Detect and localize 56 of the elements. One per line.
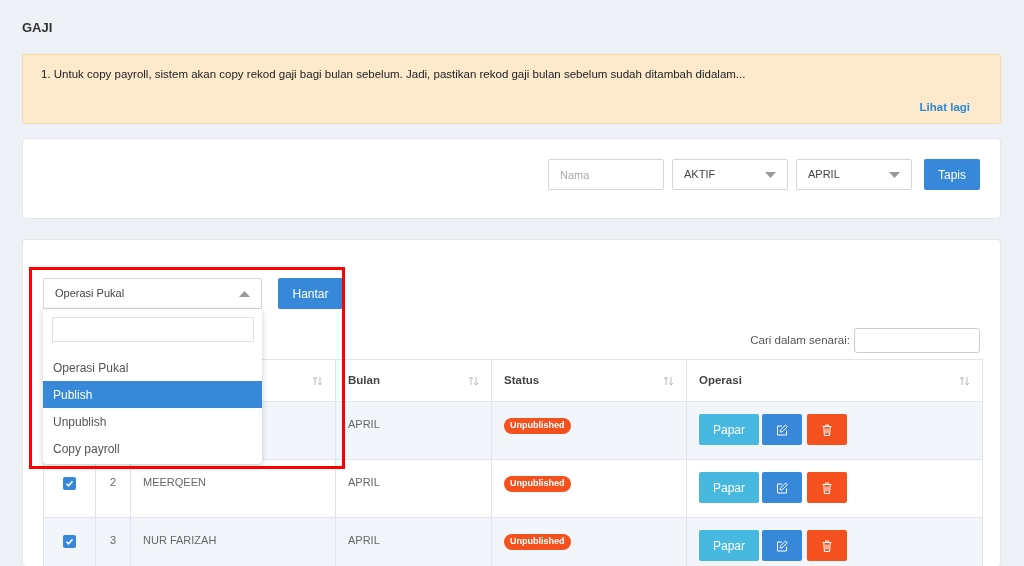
checkbox[interactable] bbox=[63, 476, 76, 490]
sort-icon bbox=[959, 375, 970, 386]
status-badge: Unpublished bbox=[504, 534, 571, 550]
checkbox[interactable] bbox=[63, 534, 76, 548]
month-cell: APRIL bbox=[348, 418, 380, 430]
view-button[interactable]: Papar bbox=[699, 414, 759, 445]
select-value: Operasi Pukal bbox=[55, 286, 125, 302]
name-field[interactable]: Nama bbox=[548, 159, 664, 190]
sort-icon bbox=[468, 375, 479, 386]
month-select[interactable]: APRIL bbox=[796, 159, 912, 190]
dropdown-option[interactable]: Copy payroll bbox=[43, 435, 262, 462]
sort-icon bbox=[663, 375, 674, 386]
caret-icon bbox=[765, 171, 776, 178]
edit-icon bbox=[776, 539, 788, 552]
edit-button[interactable] bbox=[762, 414, 802, 445]
name-cell: NUR FARIZAH bbox=[143, 534, 217, 546]
trash-icon bbox=[822, 423, 832, 436]
page-title: GAJI bbox=[22, 19, 54, 37]
search-label: Cari dalam senarai: bbox=[750, 332, 850, 348]
submit-button[interactable]: Hantar bbox=[278, 278, 343, 309]
sort-icon bbox=[312, 375, 323, 386]
dropdown-search-field[interactable] bbox=[52, 317, 254, 342]
search-field[interactable] bbox=[854, 328, 980, 353]
trash-icon bbox=[822, 539, 832, 552]
select-value: APRIL bbox=[808, 167, 840, 183]
status-badge: Unpublished bbox=[504, 476, 571, 492]
caret-icon bbox=[239, 290, 250, 297]
month-cell: APRIL bbox=[348, 476, 380, 488]
column-header: Bulan bbox=[348, 372, 380, 388]
view-button[interactable]: Papar bbox=[699, 530, 759, 561]
status-badge: Unpublished bbox=[504, 418, 571, 434]
column-header: Operasi bbox=[699, 372, 742, 388]
bulk-action-select[interactable]: Operasi Pukal bbox=[43, 278, 262, 309]
edit-icon bbox=[776, 481, 788, 494]
dropdown-option[interactable]: Publish bbox=[43, 381, 262, 408]
dropdown-option[interactable]: Operasi Pukal bbox=[43, 354, 262, 381]
select-value: AKTIF bbox=[684, 167, 716, 183]
notice-text: 1. Untuk copy payroll, sistem akan copy rekod gaji bagi bulan sebelum. Jadi, pastikan rekod gaji bulan sebelum sudah ditambah didalam... bbox=[41, 67, 747, 82]
edit-button[interactable] bbox=[762, 530, 802, 561]
row-number: 2 bbox=[109, 476, 117, 488]
dropdown-option[interactable]: Unpublish bbox=[43, 408, 262, 435]
caret-icon bbox=[889, 171, 900, 178]
more-link[interactable]: Lihat lagi bbox=[919, 99, 970, 117]
column-header: Status bbox=[504, 372, 540, 388]
row-number: 3 bbox=[109, 534, 117, 546]
delete-button[interactable] bbox=[807, 530, 847, 561]
delete-button[interactable] bbox=[807, 472, 847, 503]
edit-button[interactable] bbox=[762, 472, 802, 503]
view-button[interactable]: Papar bbox=[699, 472, 759, 503]
trash-icon bbox=[822, 481, 832, 494]
month-cell: APRIL bbox=[348, 534, 380, 546]
filter-button[interactable]: Tapis bbox=[924, 159, 980, 190]
delete-button[interactable] bbox=[807, 414, 847, 445]
name-cell: MEERQEEN bbox=[143, 476, 206, 488]
edit-icon bbox=[776, 423, 788, 436]
status-select[interactable]: AKTIF bbox=[672, 159, 788, 190]
